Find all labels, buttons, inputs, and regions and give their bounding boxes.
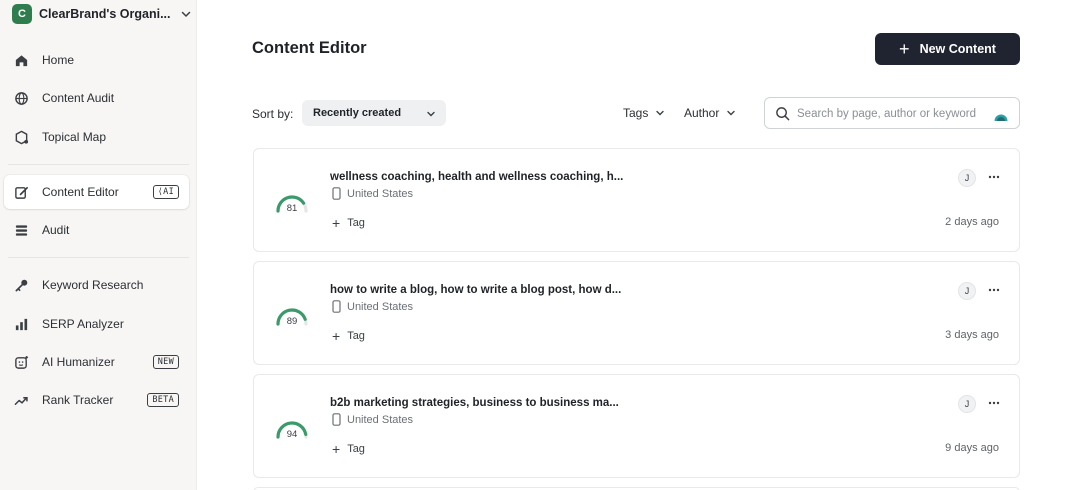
card-title[interactable]: b2b marketing strategies, business to bu… [330,397,619,409]
beta-badge: BETA [147,393,179,407]
assistant-logo-icon[interactable] [993,106,1009,122]
author-filter-label: Author [684,106,720,120]
score-value: 81 [286,203,298,214]
card-location: United States [332,413,413,426]
sidebar-item-label: Content Editor [42,185,119,199]
author-filter[interactable]: Author [684,106,736,120]
sidebar-item-label: Home [42,53,75,67]
more-options-icon[interactable] [986,282,1002,298]
tag-label: Tag [347,443,365,455]
sidebar-item-content-editor[interactable]: Content Editor ⟨AI [4,175,189,209]
score-value: 89 [286,316,298,327]
location-label: United States [347,413,414,426]
chevron-down-icon [182,11,191,18]
sidebar-item-ai-humanizer[interactable]: AI Humanizer NEW [4,345,189,379]
sidebar-item-audit[interactable]: Audit [4,213,189,247]
location-label: United States [347,187,414,200]
content-card[interactable]: 89 how to write a blog, how to write a b… [253,261,1020,365]
org-switcher[interactable]: C ClearBrand's Organi... [12,4,192,24]
card-title[interactable]: how to write a blog, how to write a blog… [330,284,621,296]
org-name: ClearBrand's Organi... [39,7,171,21]
more-options-icon[interactable] [986,395,1002,411]
home-icon [13,52,29,68]
content-card[interactable]: 94 b2b marketing strategies, business to… [253,374,1020,478]
sort-select[interactable]: Recently created [302,100,446,126]
card-date: 9 days ago [945,442,999,454]
add-tag-button[interactable]: + Tag [332,329,365,343]
location-label: United States [347,300,414,313]
card-date: 2 days ago [945,216,999,228]
add-tag-button[interactable]: + Tag [332,216,365,230]
org-avatar: C [12,4,32,24]
key-icon [13,277,29,293]
map-icon [13,129,29,145]
search-box[interactable] [764,97,1020,129]
sidebar-item-label: SERP Analyzer [42,317,124,331]
search-icon [776,107,790,121]
globe-icon [13,90,29,106]
sidebar-item-rank-tracker[interactable]: Rank Tracker BETA [4,383,189,417]
sidebar: C ClearBrand's Organi... Home Content Au… [0,0,197,490]
sidebar-item-label: Topical Map [42,130,107,144]
face-icon [13,354,29,370]
plus-icon: + [332,215,341,231]
sidebar-item-serp-analyzer[interactable]: SERP Analyzer [4,307,189,341]
new-content-label: New Content [919,42,996,56]
author-avatar[interactable]: J [958,395,976,413]
content-card[interactable]: 81 wellness coaching, health and wellnes… [253,148,1020,252]
new-content-button[interactable]: + New Content [875,33,1020,65]
mobile-device-icon [332,300,341,313]
edit-icon [13,184,29,200]
author-avatar[interactable]: J [958,282,976,300]
sidebar-item-label: Keyword Research [42,278,144,292]
chevron-down-icon [427,111,435,117]
sidebar-item-label: AI Humanizer [42,355,115,369]
mobile-device-icon [332,187,341,200]
sidebar-divider [8,164,189,165]
plus-icon: + [899,39,910,59]
new-badge: NEW [152,355,179,369]
score-value: 94 [286,429,298,440]
sidebar-item-label: Content Audit [42,91,115,105]
sidebar-item-label: Audit [42,223,70,237]
add-tag-button[interactable]: + Tag [332,442,365,456]
ai-badge: ⟨AI [152,185,179,199]
card-title[interactable]: wellness coaching, health and wellness c… [330,171,623,183]
mobile-device-icon [332,413,341,426]
card-date: 3 days ago [945,329,999,341]
sidebar-item-home[interactable]: Home [4,43,189,77]
plus-icon: + [332,328,341,344]
sidebar-item-keyword-research[interactable]: Keyword Research [4,268,189,302]
more-options-icon[interactable] [986,169,1002,185]
author-avatar[interactable]: J [958,169,976,187]
tag-label: Tag [347,330,365,342]
plus-icon: + [332,441,341,457]
tags-filter[interactable]: Tags [623,106,665,120]
chevron-down-icon [727,110,736,116]
tags-filter-label: Tags [623,106,649,120]
sidebar-divider [8,257,189,258]
sort-value: Recently created [313,107,402,119]
card-location: United States [332,300,413,313]
bar-chart-icon [13,316,29,332]
trend-icon [13,392,29,408]
sort-label: Sort by: [252,107,294,121]
page-title: Content Editor [252,39,367,57]
list-icon [13,222,29,238]
sidebar-item-content-audit[interactable]: Content Audit [4,81,189,115]
sidebar-item-topical-map[interactable]: Topical Map [4,120,189,154]
card-location: United States [332,187,413,200]
chevron-down-icon [656,110,665,116]
sidebar-item-label: Rank Tracker [42,393,114,407]
search-input[interactable] [797,104,987,124]
tag-label: Tag [347,217,365,229]
